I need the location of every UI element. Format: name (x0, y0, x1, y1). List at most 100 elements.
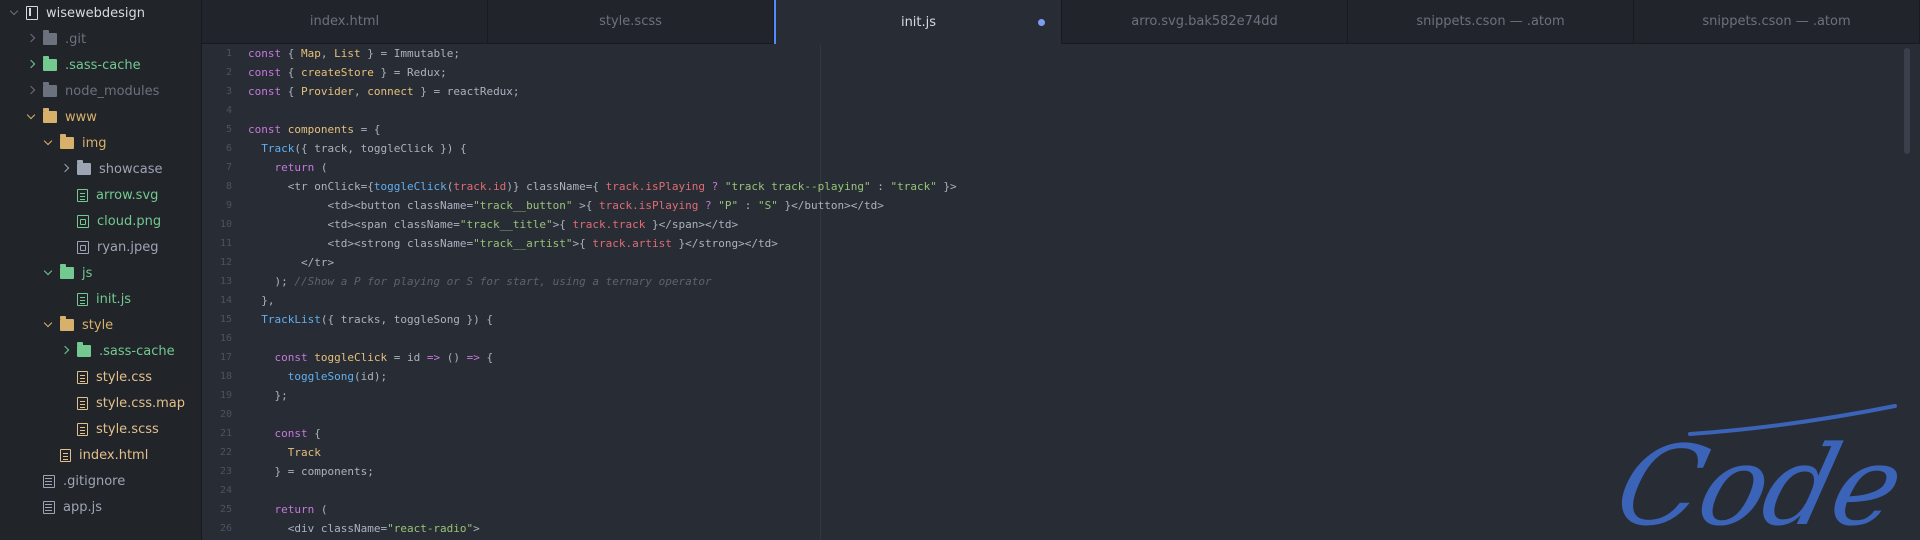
code-token: (id); (353, 370, 388, 383)
tree-item[interactable]: arrow.svg (0, 182, 201, 208)
tree-item[interactable]: js (0, 260, 201, 286)
code-line[interactable]: const toggleClick = id => () => { (248, 348, 1808, 367)
chevron-down-icon[interactable] (8, 7, 20, 19)
code-token: const (274, 427, 308, 440)
tree-item-label: showcase (99, 161, 163, 177)
tree-item[interactable]: .gitignore (0, 468, 201, 494)
tab-style-scss[interactable]: style.scss (488, 0, 774, 43)
code-line[interactable]: const { (248, 424, 1808, 443)
code-token: //Show a P for playing or S for start, u… (294, 275, 712, 288)
tree-item[interactable]: cloud.png (0, 208, 201, 234)
tree-item[interactable]: style.scss (0, 416, 201, 442)
code-token: { (281, 85, 301, 98)
code-line[interactable] (248, 101, 1808, 120)
code-token: <div className= (248, 522, 388, 535)
code-line[interactable]: </tr> (248, 253, 1808, 272)
code-line[interactable]: TrackList({ tracks, toggleSong }) { (248, 310, 1808, 329)
folder-icon (43, 30, 57, 45)
vertical-scrollbar[interactable] (1904, 48, 1910, 154)
line-number-gutter: 1 2 3 4 5 6 7 8 9 10 11 12 13 14 15 16 17 18 19 20 21 22 23 24 2… (202, 44, 242, 540)
code-line[interactable]: const { Map, List } = Immutable; (248, 44, 1808, 63)
chevron-right-icon[interactable] (25, 59, 37, 71)
code-line[interactable]: return ( (248, 500, 1808, 519)
tree-view: wisewebdesign .git .sass-cache node_module… (0, 0, 202, 540)
code-line[interactable]: <td><span className="track__title">{ tra… (248, 215, 1808, 234)
tab-arro-svg-bak582e74dd[interactable]: arro.svg.bak582e74dd (1062, 0, 1348, 43)
tree-item[interactable]: app.js (0, 494, 201, 520)
tree-item[interactable]: style (0, 312, 201, 338)
code-token: "track" (890, 180, 937, 193)
chevron-down-icon[interactable] (25, 111, 37, 123)
tree-item[interactable]: .sass-cache (0, 52, 201, 78)
tab-init-js[interactable]: init.js (774, 0, 1062, 44)
code-token: connect (367, 85, 414, 98)
tree-item-label: style.scss (96, 421, 159, 437)
code-token: "P" (718, 199, 739, 212)
code-token: }, (248, 294, 275, 307)
tree-item-label: .sass-cache (65, 57, 141, 73)
tree-item[interactable]: node_modules (0, 78, 201, 104)
code-line[interactable]: } = components; (248, 462, 1808, 481)
code-line[interactable]: }, (248, 291, 1808, 310)
tree-item[interactable]: init.js (0, 286, 201, 312)
tree-item[interactable]: www (0, 104, 201, 130)
tree-item[interactable]: showcase (0, 156, 201, 182)
tree-item[interactable]: .sass-cache (0, 338, 201, 364)
code-editor[interactable]: 1 2 3 4 5 6 7 8 9 10 11 12 13 14 15 16 17 18 19 20 21 22 23 24 2… (202, 44, 1920, 540)
code-line[interactable] (248, 329, 1808, 348)
code-line[interactable]: return ( (248, 158, 1808, 177)
line-number: 26 (219, 523, 232, 534)
code-token: = id (387, 351, 427, 364)
tab-snippets-cson-atom[interactable]: snippets.cson — .atom (1348, 0, 1634, 43)
file-icon (77, 370, 88, 384)
code-line[interactable]: toggleSong(id); (248, 367, 1808, 386)
code-line[interactable]: <td><strong className="track__artist">{ … (248, 234, 1808, 253)
tree-item-label: node_modules (65, 83, 160, 99)
line-number: 19 (219, 390, 232, 401)
folder-icon (43, 56, 57, 71)
code-line[interactable]: const { Provider, connect } = reactRedux… (248, 82, 1808, 101)
modified-indicator-icon[interactable] (1038, 19, 1045, 26)
code-line[interactable]: Track({ track, toggleClick }) { (248, 139, 1808, 158)
line-number: 12 (219, 257, 232, 268)
tree-item[interactable]: style.css (0, 364, 201, 390)
code-token: track.track (572, 218, 646, 231)
tab-index-html[interactable]: index.html (202, 0, 488, 43)
code-line[interactable] (248, 481, 1808, 500)
tree-item[interactable]: .git (0, 26, 201, 52)
tree-item-label: img (82, 135, 107, 151)
chevron-right-icon[interactable] (59, 163, 71, 175)
code-token: { (479, 351, 494, 364)
chevron-down-icon[interactable] (42, 267, 54, 279)
code-line[interactable] (248, 405, 1808, 424)
code-line[interactable]: <tr onClick={toggleClick(track.id)} clas… (248, 177, 1808, 196)
tab-label: style.scss (599, 14, 662, 29)
chevron-down-icon[interactable] (42, 137, 54, 149)
tree-item[interactable]: style.css.map (0, 390, 201, 416)
code-line[interactable]: ); //Show a P for playing or S for start… (248, 272, 1808, 291)
tree-item-label: cloud.png (97, 213, 162, 229)
code-token: Map (301, 47, 321, 60)
code-lines[interactable]: const { Map, List } = Immutable; const { … (248, 44, 1808, 538)
tab-snippets-cson-atom[interactable]: snippets.cson — .atom (1634, 0, 1920, 43)
code-token: ? (704, 199, 712, 212)
chevron-right-icon[interactable] (25, 33, 37, 45)
code-token: "track track--playing" (724, 180, 871, 193)
tree-item[interactable]: index.html (0, 442, 201, 468)
code-line[interactable]: const components = { (248, 120, 1808, 139)
code-line[interactable]: const { createStore } = Redux; (248, 63, 1808, 82)
code-line[interactable]: <div className="react-radio"> (248, 519, 1808, 538)
chevron-right-icon[interactable] (25, 85, 37, 97)
code-line[interactable]: }; (248, 386, 1808, 405)
code-token: const (274, 351, 308, 364)
code-line[interactable]: Track (248, 443, 1808, 462)
project-root[interactable]: wisewebdesign (0, 0, 201, 26)
line-number: 8 (225, 181, 232, 192)
chevron-right-icon[interactable] (59, 345, 71, 357)
file-icon (77, 396, 88, 410)
chevron-down-icon[interactable] (42, 319, 54, 331)
code-line[interactable]: <td><button className="track__button" >{… (248, 196, 1808, 215)
tree-item[interactable]: ryan.jpeg (0, 234, 201, 260)
tree-item[interactable]: img (0, 130, 201, 156)
